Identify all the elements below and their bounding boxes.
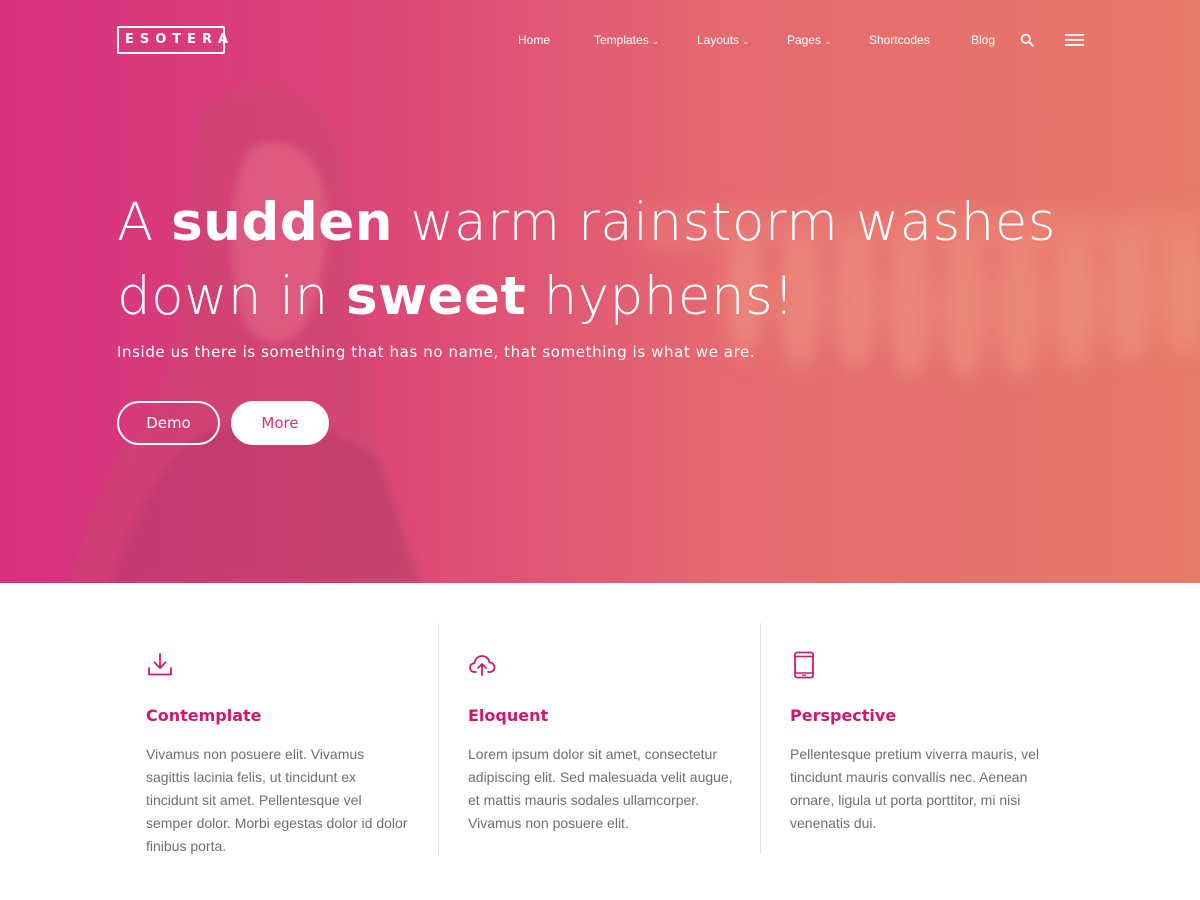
- chevron-down-icon: ⌄: [651, 36, 660, 46]
- headline-text: down in: [117, 266, 329, 327]
- column-divider: [438, 623, 439, 854]
- download-icon: [148, 653, 172, 676]
- headline-text: A: [117, 192, 154, 253]
- hamburger-menu-icon[interactable]: [1065, 33, 1084, 47]
- feature-title: Contemplate: [146, 706, 262, 725]
- feature-description: Pellentesque pretium viverra mauris, vel…: [790, 746, 1039, 831]
- column-divider: [760, 623, 761, 854]
- nav-item-label: Blog: [971, 33, 996, 47]
- nav-item-layouts[interactable]: Layouts ⌄: [697, 30, 750, 51]
- hero-headline: A sudden warm rainstorm washes down in s…: [117, 186, 1117, 334]
- headline-text: warm rainstorm washes: [410, 192, 1056, 253]
- mobile-phone-icon: [794, 651, 814, 679]
- feature-contemplate: Contemplate Vivamus non posuere elit. Vi…: [146, 651, 426, 858]
- demo-button[interactable]: Demo: [117, 401, 220, 445]
- cloud-upload-icon: [469, 655, 496, 676]
- feature-title: Perspective: [790, 706, 897, 725]
- feature-description: Lorem ipsum dolor sit amet, consectetur …: [468, 746, 733, 831]
- nav-item-label: Templates: [594, 33, 649, 47]
- feature-perspective: Perspective Pellentesque pretium viverra…: [790, 651, 1070, 835]
- search-icon[interactable]: [1020, 33, 1034, 47]
- feature-description: Vivamus non posuere elit. Vivamus sagitt…: [146, 746, 408, 854]
- nav-item-shortcodes[interactable]: Shortcodes: [869, 30, 930, 50]
- hero-section: ESOTERA Home Templates ⌄ Layouts ⌄ Pages ⌄ …: [0, 0, 1200, 583]
- feature-eloquent: Eloquent Lorem ipsum dolor sit amet, con…: [468, 651, 748, 835]
- nav-item-templates[interactable]: Templates ⌄: [594, 30, 659, 51]
- features-section: Contemplate Vivamus non posuere elit. Vi…: [0, 583, 1200, 900]
- headline-emphasis: sudden: [171, 192, 393, 253]
- chevron-down-icon: ⌄: [742, 36, 750, 46]
- nav-item-label: Layouts: [697, 33, 740, 47]
- nav-item-label: Pages: [787, 33, 822, 47]
- nav-item-pages[interactable]: Pages ⌄: [787, 30, 832, 51]
- headline-emphasis: sweet: [346, 266, 527, 327]
- nav-item-label: Home: [518, 33, 551, 47]
- hero-subtitle: Inside us there is something that has no…: [117, 343, 756, 361]
- headline-text: hyphens!: [543, 266, 795, 327]
- feature-title: Eloquent: [468, 706, 549, 725]
- nav-item-label: Shortcodes: [869, 33, 930, 47]
- nav-item-blog[interactable]: Blog: [971, 30, 995, 50]
- chevron-down-icon: ⌄: [824, 36, 832, 46]
- nav-item-home[interactable]: Home: [518, 30, 550, 50]
- more-button[interactable]: More: [231, 401, 329, 445]
- site-logo[interactable]: ESOTERA: [117, 26, 228, 54]
